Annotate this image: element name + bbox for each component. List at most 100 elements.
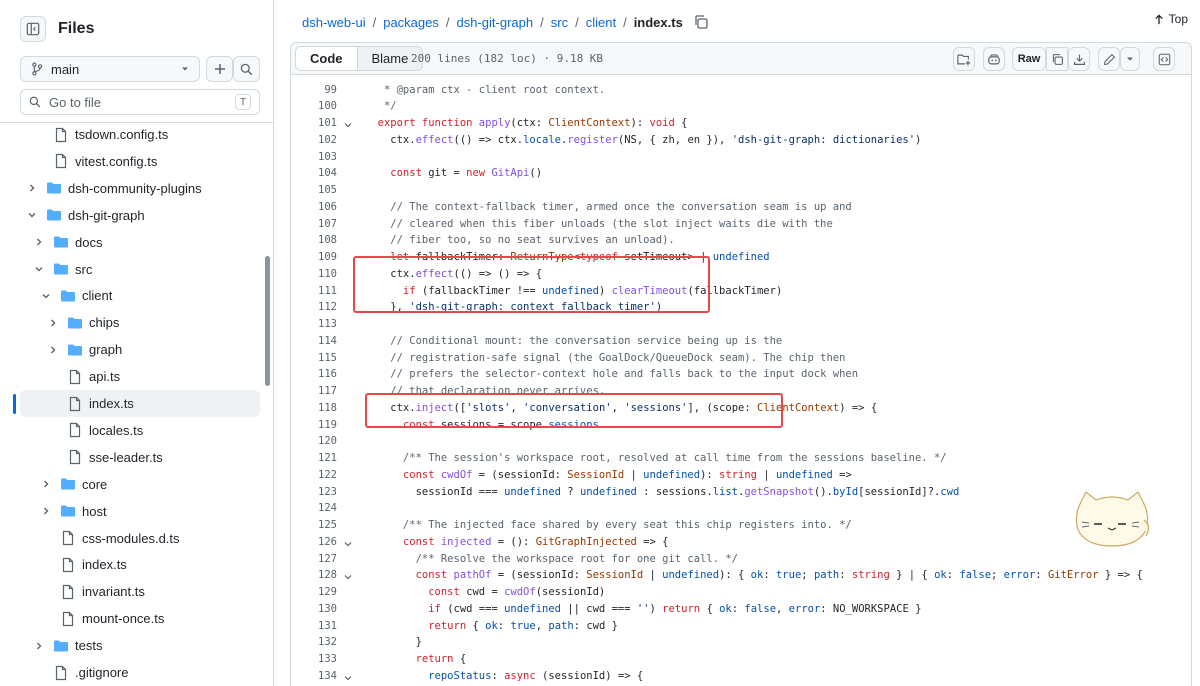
download-icon — [1073, 54, 1085, 65]
copilot-button[interactable] — [983, 47, 1005, 71]
line-number[interactable]: 103 — [291, 149, 337, 166]
line-number[interactable]: 99 — [291, 82, 337, 99]
tree-folder-item[interactable]: chips — [20, 309, 260, 336]
tree-folder-item[interactable]: src — [20, 256, 260, 283]
chevron-right-icon[interactable] — [26, 182, 38, 194]
line-number[interactable]: 102 — [291, 132, 337, 149]
code-token: = (): — [491, 535, 536, 548]
tree-file-item[interactable]: locales.ts — [20, 417, 260, 444]
breadcrumb-item[interactable]: dsh-git-graph — [457, 15, 534, 30]
line-number[interactable]: 130 — [291, 601, 337, 618]
tab-code[interactable]: Code — [296, 47, 358, 70]
breadcrumb-item[interactable]: client — [586, 15, 616, 30]
code-token: GitError — [1047, 569, 1099, 582]
file-tree-scrollbar[interactable] — [265, 256, 270, 386]
search-files-button[interactable] — [233, 56, 260, 82]
fold-chevron-icon[interactable] — [343, 672, 353, 682]
line-number[interactable]: 132 — [291, 634, 337, 651]
tree-file-item[interactable]: api.ts — [20, 363, 260, 390]
line-number[interactable]: 112 — [291, 299, 337, 316]
line-number[interactable]: 121 — [291, 450, 337, 467]
line-number[interactable]: 134 — [291, 668, 337, 685]
line-number[interactable]: 108 — [291, 232, 337, 249]
line-number[interactable]: 106 — [291, 199, 337, 216]
line-number[interactable]: 107 — [291, 216, 337, 233]
tree-folder-item[interactable]: docs — [20, 229, 260, 256]
line-number[interactable]: 114 — [291, 333, 337, 350]
line-number[interactable]: 117 — [291, 383, 337, 400]
line-number[interactable]: 118 — [291, 400, 337, 417]
tree-folder-item[interactable]: tests — [20, 632, 260, 659]
go-to-file-input[interactable]: Go to file T — [20, 89, 260, 115]
copy-raw-button[interactable] — [1046, 47, 1068, 71]
breadcrumb-item[interactable]: dsh-web-ui — [302, 15, 366, 30]
line-number[interactable]: 105 — [291, 182, 337, 199]
add-file-button[interactable] — [206, 56, 233, 82]
line-number[interactable]: 116 — [291, 366, 337, 383]
fold-chevron-icon[interactable] — [343, 538, 353, 548]
chevron-down-icon[interactable] — [33, 263, 45, 275]
chevron-right-icon[interactable] — [33, 640, 45, 652]
line-number[interactable]: 125 — [291, 517, 337, 534]
tree-file-item[interactable]: tsdown.config.ts — [20, 123, 260, 148]
raw-button[interactable]: Raw — [1012, 47, 1046, 71]
tree-file-item[interactable]: vitest.config.ts — [20, 148, 260, 175]
line-number[interactable]: 126 — [291, 534, 337, 551]
tree-folder-item[interactable]: graph — [20, 336, 260, 363]
breadcrumb-item[interactable]: src — [551, 15, 568, 30]
download-button[interactable] — [1068, 47, 1090, 71]
line-number[interactable]: 111 — [291, 283, 337, 300]
tree-folder-item[interactable]: host — [20, 498, 260, 525]
line-number[interactable]: 123 — [291, 484, 337, 501]
edit-options-dropdown[interactable] — [1120, 47, 1140, 71]
tree-folder-item[interactable]: client — [20, 282, 260, 309]
tree-file-item[interactable]: .gitignore — [20, 659, 260, 686]
tree-item-label: dsh-community-plugins — [68, 180, 202, 196]
tree-file-item[interactable]: index.ts — [20, 390, 260, 417]
line-number[interactable]: 110 — [291, 266, 337, 283]
symbols-panel-button[interactable] — [1153, 47, 1175, 71]
chevron-right-icon[interactable] — [40, 505, 52, 517]
tree-file-item[interactable]: sse-leader.ts — [20, 444, 260, 471]
tree-file-item[interactable]: index.ts — [20, 551, 260, 578]
line-number[interactable]: 131 — [291, 618, 337, 635]
fold-chevron-icon[interactable] — [343, 119, 353, 129]
edit-file-button[interactable] — [1098, 47, 1120, 71]
line-number[interactable]: 113 — [291, 316, 337, 333]
line-number[interactable]: 109 — [291, 249, 337, 266]
chevron-right-icon[interactable] — [40, 478, 52, 490]
fold-chevron-icon[interactable] — [343, 571, 353, 581]
line-number[interactable]: 119 — [291, 417, 337, 434]
chevron-down-icon[interactable] — [26, 209, 38, 221]
chevron-right-icon[interactable] — [33, 236, 45, 248]
chevron-right-icon[interactable] — [47, 344, 59, 356]
tree-folder-item[interactable]: core — [20, 471, 260, 498]
line-number[interactable]: 100 — [291, 98, 337, 115]
branch-selector[interactable]: main — [20, 56, 200, 82]
line-number[interactable]: 124 — [291, 500, 337, 517]
tree-folder-item[interactable]: dsh-git-graph — [20, 202, 260, 229]
line-number[interactable]: 129 — [291, 584, 337, 601]
line-number[interactable]: 133 — [291, 651, 337, 668]
chevron-down-icon[interactable] — [40, 290, 52, 302]
add-to-project-button[interactable] — [953, 47, 975, 71]
collapse-sidebar-button[interactable] — [20, 16, 46, 42]
line-number[interactable]: 115 — [291, 350, 337, 367]
tree-file-item[interactable]: css-modules.d.ts — [20, 525, 260, 552]
line-number[interactable]: 101 — [291, 115, 337, 132]
code-token: const — [365, 586, 467, 598]
copy-icon[interactable] — [693, 14, 709, 30]
tree-folder-item[interactable]: dsh-community-plugins — [20, 175, 260, 202]
tree-file-item[interactable]: mount-once.ts — [20, 605, 260, 632]
breadcrumb-item[interactable]: packages — [383, 15, 439, 30]
tree-file-item[interactable]: invariant.ts — [20, 578, 260, 605]
line-number[interactable]: 127 — [291, 551, 337, 568]
chevron-right-icon[interactable] — [47, 317, 59, 329]
code-line: 104 const git = new GitApi() — [291, 165, 1191, 182]
line-number[interactable]: 120 — [291, 433, 337, 450]
line-number[interactable]: 104 — [291, 165, 337, 182]
code-token: register — [567, 133, 618, 146]
line-number[interactable]: 128 — [291, 567, 337, 584]
back-to-top-link[interactable]: Top — [1154, 12, 1188, 26]
line-number[interactable]: 122 — [291, 467, 337, 484]
